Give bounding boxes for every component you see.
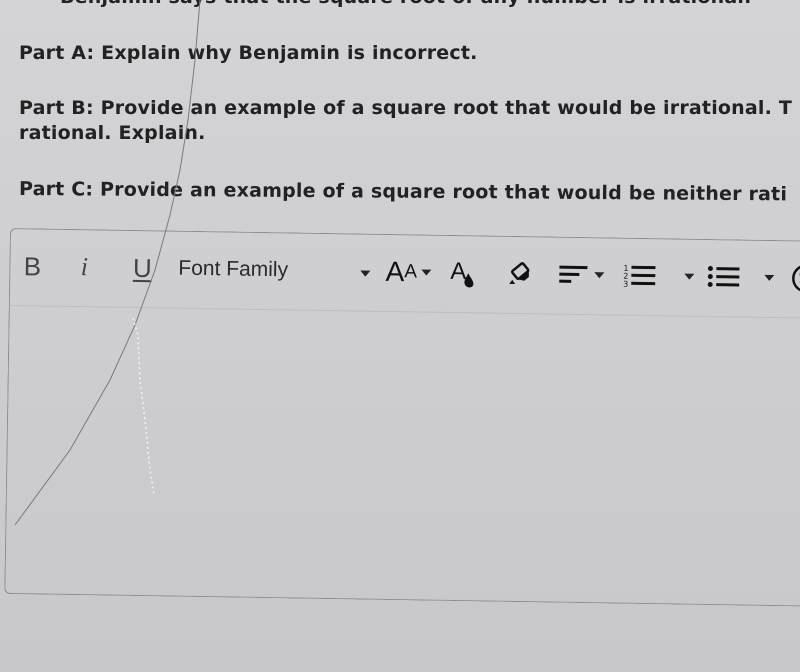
chevron-down-icon <box>764 274 775 282</box>
question-part-b: Part B: Provide an example of a square r… <box>19 96 800 146</box>
question-part-c: Part C: Provide an example of a square r… <box>18 178 788 206</box>
bulleted-list-icon <box>707 266 740 288</box>
font-family-label: Font Family <box>178 256 289 282</box>
highlighter-icon <box>509 262 530 284</box>
align-dropdown[interactable] <box>556 258 607 293</box>
svg-text:3: 3 <box>623 280 628 289</box>
align-left-icon <box>559 265 588 283</box>
italic-button[interactable]: i <box>74 250 95 284</box>
editor-text-area[interactable] <box>5 306 800 606</box>
question-part-a: Part A: Explain why Benjamin is incorrec… <box>19 42 478 64</box>
text-color-icon: A <box>450 258 474 288</box>
bulleted-list-dropdown[interactable] <box>700 260 781 295</box>
font-size-icon-small: A <box>404 261 418 283</box>
question-part-b-line2: rational. Explain. <box>19 122 206 144</box>
text-color-button[interactable]: A <box>446 256 481 291</box>
underline-button[interactable]: U <box>128 251 157 285</box>
font-family-dropdown[interactable]: Font Family <box>178 252 379 289</box>
font-size-icon-large: A <box>385 255 405 288</box>
highlight-button[interactable] <box>504 257 539 292</box>
question-part-b-line1: Part B: Provide an example of a square r… <box>19 97 793 119</box>
underline-icon: U <box>132 252 153 283</box>
font-size-dropdown[interactable]: A A <box>378 255 439 290</box>
numbered-list-dropdown[interactable]: 1 2 3 <box>618 259 699 294</box>
bold-button[interactable]: B <box>18 249 47 283</box>
question-intro: Benjamin says that the square root of an… <box>60 0 800 8</box>
chevron-down-icon[interactable] <box>360 270 371 277</box>
emoji-button[interactable] <box>786 261 800 296</box>
numbered-list-icon: 1 2 3 <box>623 264 656 289</box>
rich-text-editor: B i U Font Family A A A 1 2 3 <box>4 228 800 607</box>
chevron-down-icon <box>420 269 432 276</box>
svg-text:A: A <box>450 258 466 285</box>
chevron-down-icon <box>684 273 695 280</box>
chevron-down-icon <box>594 272 605 279</box>
emoji-icon <box>792 264 800 293</box>
italic-icon: i <box>80 252 89 282</box>
editor-toolbar: B i U Font Family A A A 1 2 3 <box>9 229 800 319</box>
bold-icon: B <box>23 250 42 281</box>
